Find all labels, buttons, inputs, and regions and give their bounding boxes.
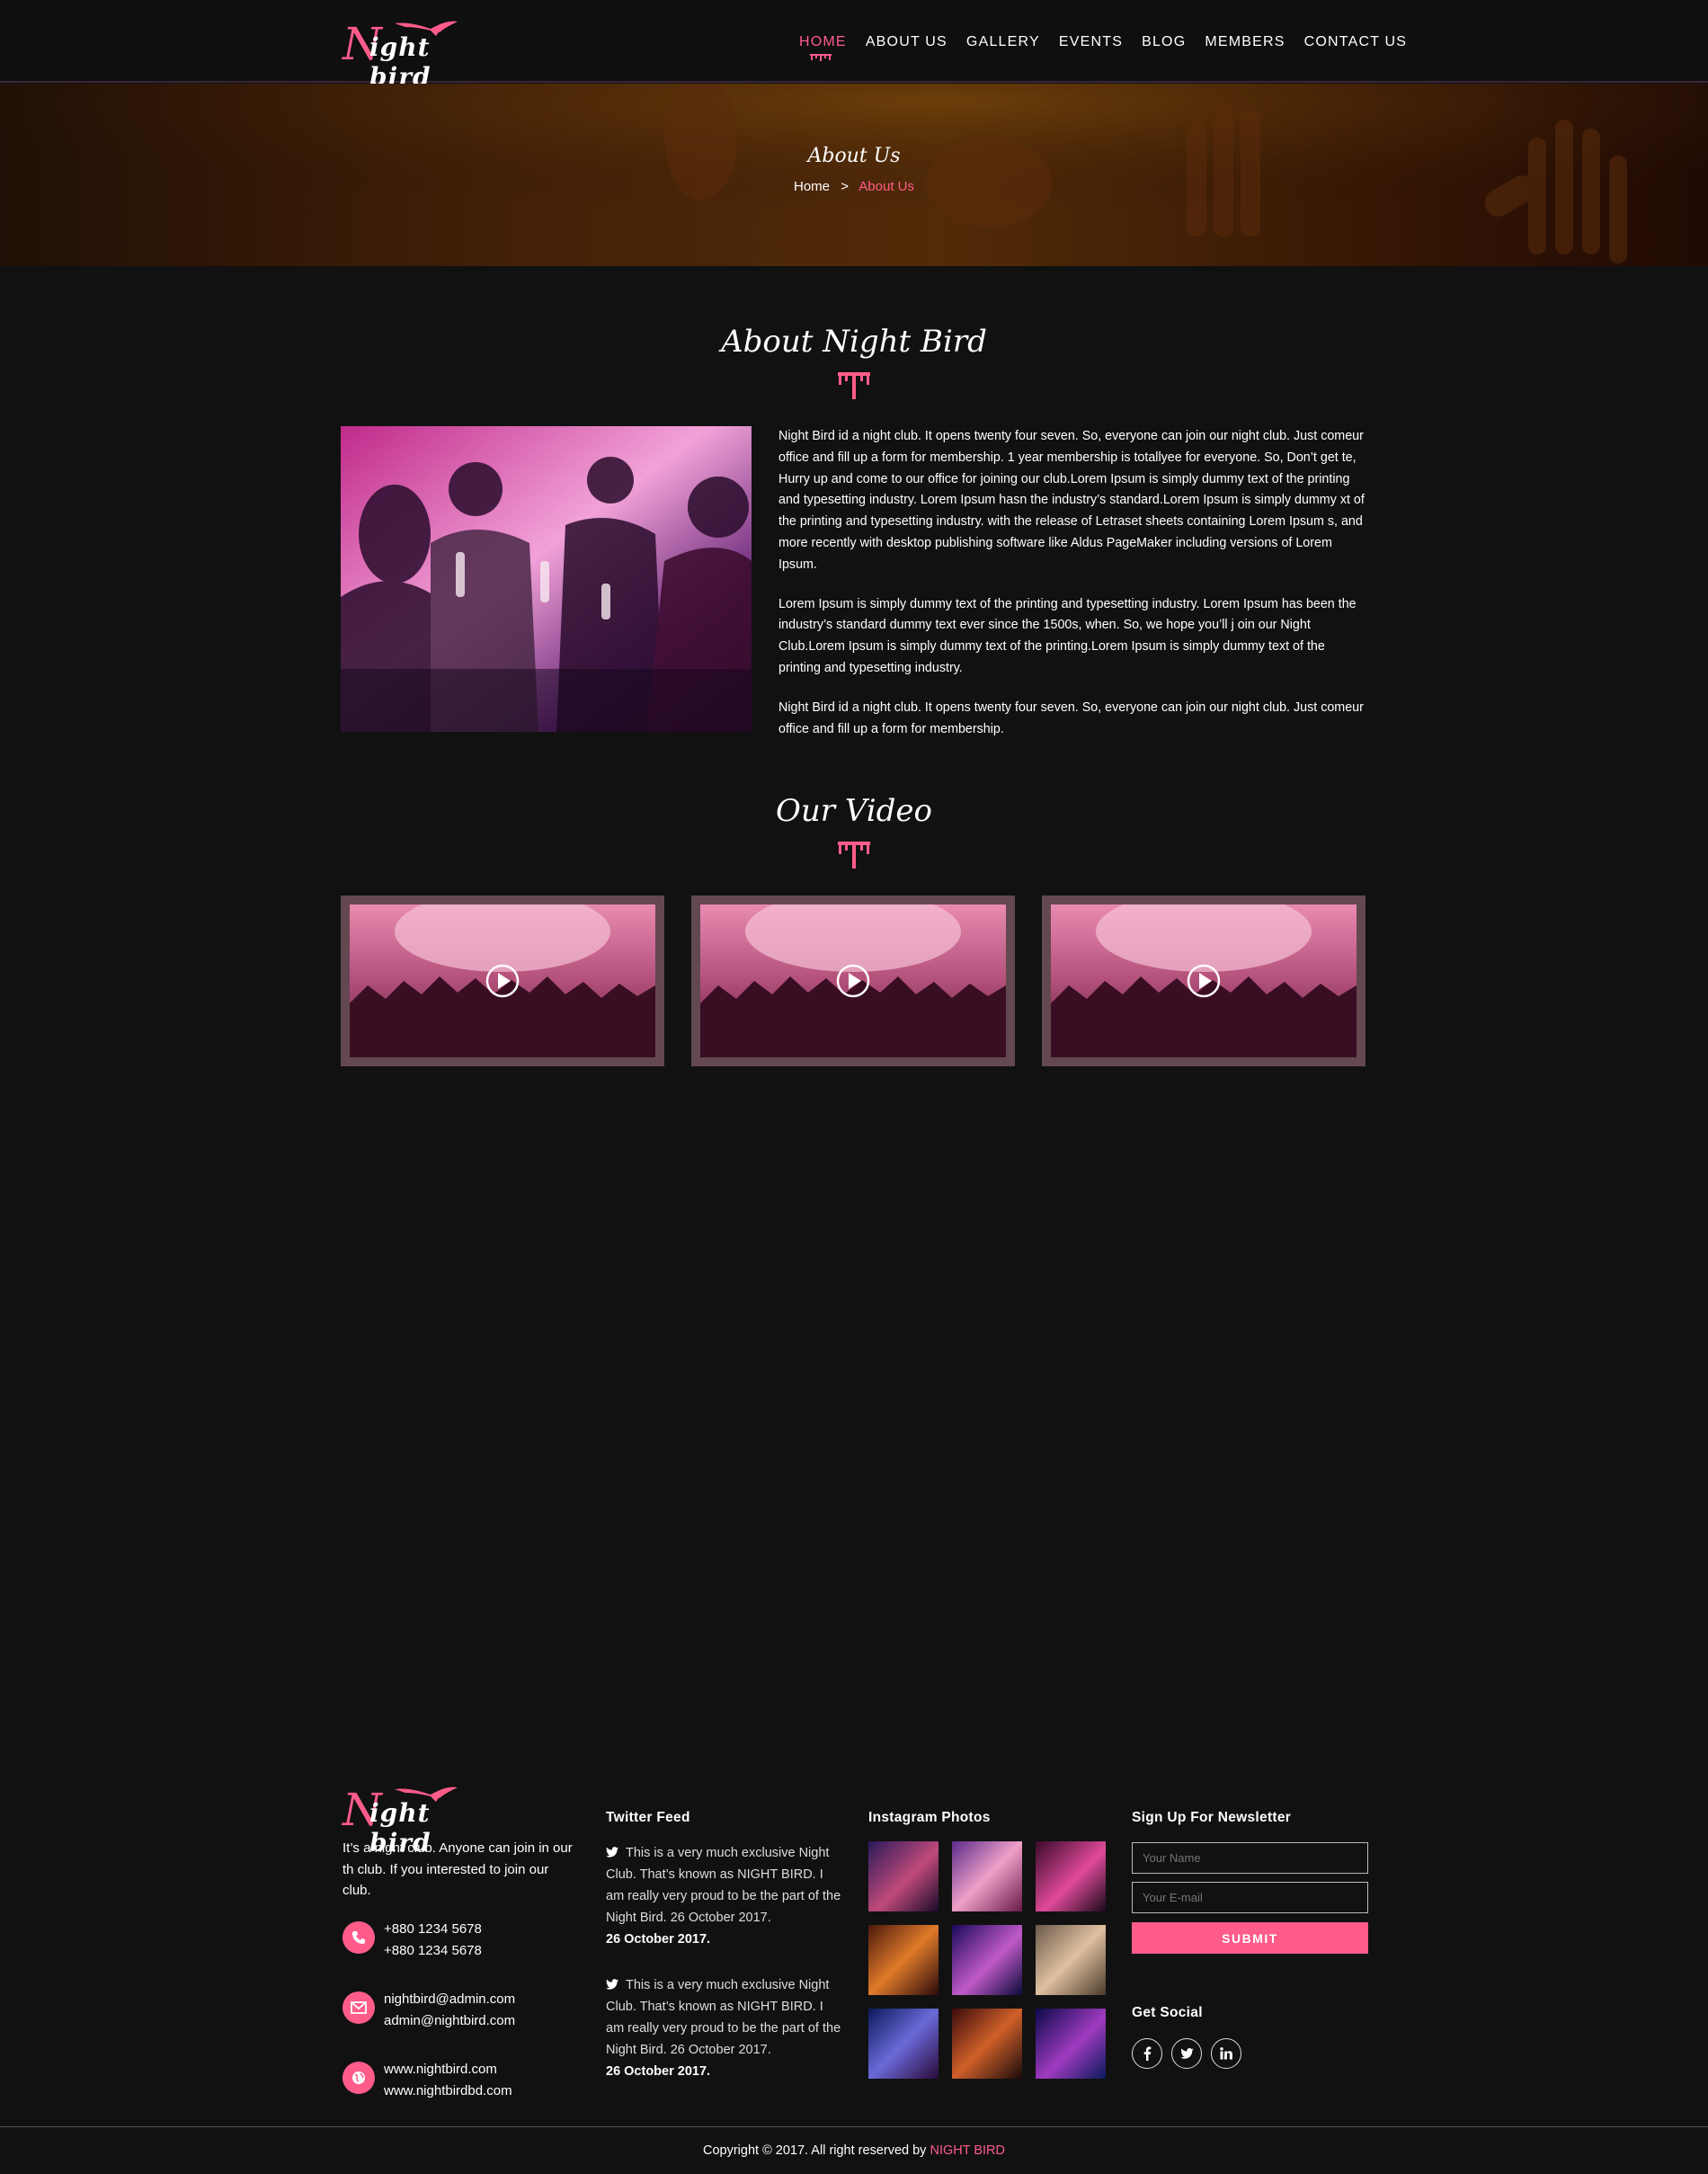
footer-logo[interactable]: N ight bird <box>342 1782 486 1858</box>
page-banner: About Us Home > About Us <box>0 84 1708 266</box>
instagram-photo[interactable] <box>952 1841 1022 1911</box>
facebook-icon[interactable] <box>1132 2038 1162 2069</box>
breadcrumb-current: About Us <box>858 179 914 194</box>
twitter-icon <box>606 1979 618 1990</box>
about-paragraph: Night Bird id a night club. It opens twe… <box>778 699 1364 736</box>
twitter-feed-title: Twitter Feed <box>606 1810 690 1825</box>
instagram-photo[interactable] <box>1036 1925 1106 1995</box>
nav-about-us[interactable]: ABOUT US <box>866 34 947 50</box>
video-thumbnail[interactable] <box>691 895 1015 1066</box>
footer-divider <box>0 2126 1708 2127</box>
instagram-photo[interactable] <box>868 1841 939 1911</box>
nav-home[interactable]: HOME <box>799 34 847 61</box>
about-party-photo <box>341 426 752 732</box>
newsletter-name-input[interactable] <box>1132 1842 1368 1874</box>
tweet-text: This is a very much exclusive Night Club… <box>606 1846 841 1925</box>
instagram-photo[interactable] <box>1036 1841 1106 1911</box>
breadcrumb-separator: > <box>841 179 849 194</box>
email-address[interactable]: nightbird@admin.com <box>384 1989 515 2010</box>
phone-number[interactable]: +880 1234 5678 <box>384 1919 482 1940</box>
get-social-title: Get Social <box>1132 2005 1203 2020</box>
website-link[interactable]: www.nightbirdbd.com <box>384 2080 512 2102</box>
twitter-icon <box>606 1847 618 1858</box>
banner-hands-image <box>0 84 1708 266</box>
site-logo[interactable]: N ight bird <box>342 16 486 92</box>
site-header: N ight bird HOME ABOUT US GALLERY EVENTS… <box>0 0 1708 92</box>
contact-website: www.nightbird.com www.nightbirdbd.com <box>342 2059 512 2102</box>
nav-contact-us[interactable]: CONTACT US <box>1304 34 1408 50</box>
video-title: Our Video <box>775 793 933 829</box>
instagram-photo[interactable] <box>952 1925 1022 1995</box>
nav-members[interactable]: MEMBERS <box>1205 34 1285 50</box>
copyright-brand[interactable]: NIGHT BIRD <box>930 2143 1005 2158</box>
globe-icon <box>342 2062 375 2094</box>
copyright: Copyright © 2017. All right reserved by … <box>0 2143 1708 2158</box>
instagram-grid <box>868 1841 1106 2079</box>
instagram-photo[interactable] <box>952 2009 1022 2079</box>
phone-icon <box>342 1921 375 1954</box>
tweet-text: This is a very much exclusive Night Club… <box>606 1978 841 2057</box>
website-link[interactable]: www.nightbird.com <box>384 2059 512 2080</box>
nav-home-label: HOME <box>799 34 847 49</box>
title-ornament-icon <box>838 842 870 869</box>
instagram-photo[interactable] <box>1036 2009 1106 2079</box>
tweet: This is a very much exclusive Night Club… <box>606 1842 844 1950</box>
newsletter-email-input[interactable] <box>1132 1882 1368 1913</box>
about-text: Night Bird id a night club. It opens twe… <box>778 426 1366 758</box>
phone-number[interactable]: +880 1234 5678 <box>384 1940 482 1962</box>
contact-email: nightbird@admin.com admin@nightbird.com <box>342 1989 515 2032</box>
tweet-date: 26 October 2017. <box>606 1932 711 1947</box>
instagram-photo[interactable] <box>868 2009 939 2079</box>
banner-title: About Us <box>807 145 901 167</box>
instagram-photo[interactable] <box>868 1925 939 1995</box>
linkedin-icon[interactable] <box>1211 2038 1241 2069</box>
breadcrumb-home[interactable]: Home <box>794 179 830 194</box>
newsletter-submit-button[interactable]: SUBMIT <box>1132 1922 1368 1954</box>
email-address[interactable]: admin@nightbird.com <box>384 2010 515 2032</box>
video-thumbnail[interactable] <box>1042 895 1366 1066</box>
main-nav: HOME ABOUT US GALLERY EVENTS BLOG MEMBER… <box>799 34 1426 61</box>
title-ornament-icon <box>838 372 870 399</box>
newsletter-title: Sign Up For Newsletter <box>1132 1810 1292 1825</box>
footer-about-text: It’s a night club. Anyone can join in ou… <box>342 1840 573 1898</box>
about-title: About Night Bird <box>721 324 987 360</box>
envelope-icon <box>342 1991 375 2024</box>
twitter-icon[interactable] <box>1171 2038 1202 2069</box>
contact-phone: +880 1234 5678 +880 1234 5678 <box>342 1919 482 1962</box>
copyright-text: Copyright © 2017. All right reserved by <box>702 2143 927 2158</box>
video-thumbnail[interactable] <box>341 895 664 1066</box>
nav-active-mark-icon <box>810 54 832 61</box>
breadcrumb: Home > About Us <box>0 179 1708 194</box>
tweet-date: 26 October 2017. <box>606 2064 711 2079</box>
instagram-title: Instagram Photos <box>868 1810 991 1825</box>
nav-blog[interactable]: BLOG <box>1142 34 1186 50</box>
nav-events[interactable]: EVENTS <box>1059 34 1123 50</box>
about-paragraph: Night Bird id a night club. It opens twe… <box>778 429 1365 572</box>
tweet: This is a very much exclusive Night Club… <box>606 1974 844 2082</box>
about-paragraph: Lorem Ipsum is simply dummy text of the … <box>778 596 1357 675</box>
nav-gallery[interactable]: GALLERY <box>966 34 1040 50</box>
